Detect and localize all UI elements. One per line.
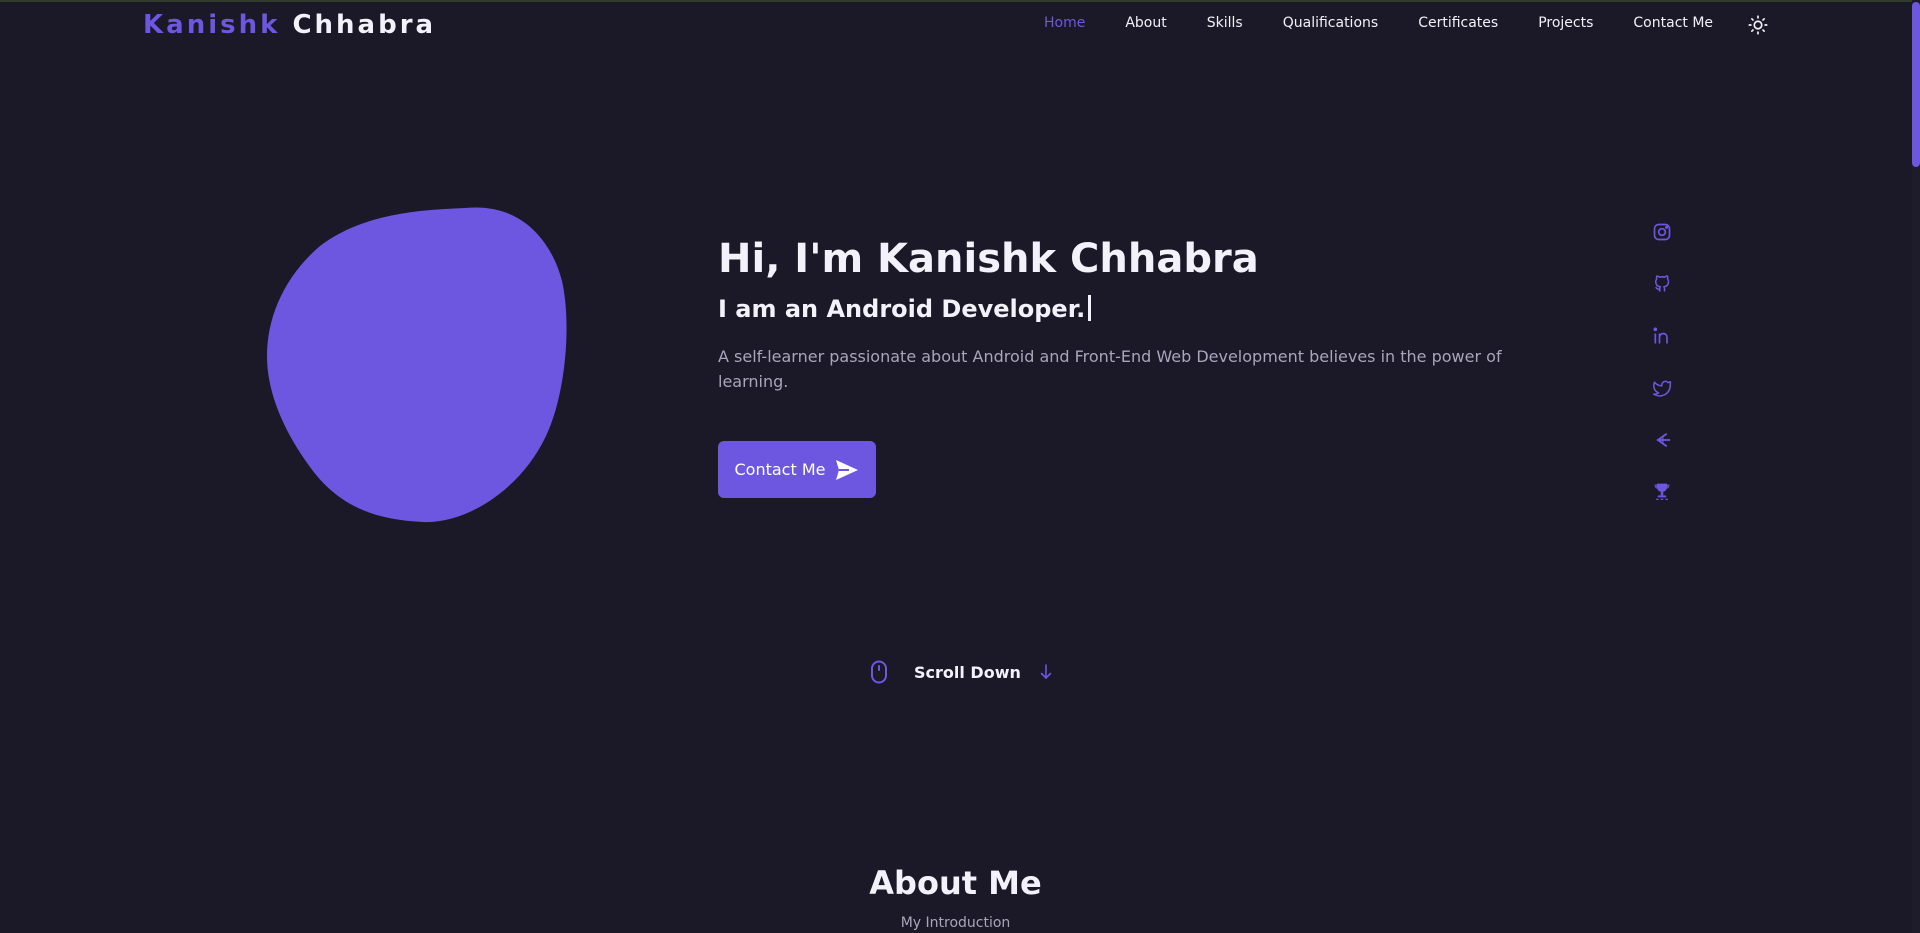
nav-contact[interactable]: Contact Me [1633, 15, 1713, 31]
nav-projects[interactable]: Projects [1538, 15, 1593, 31]
instagram-icon[interactable] [1652, 222, 1672, 242]
sun-icon [1748, 15, 1768, 35]
main-nav: Home About Skills Qualifications Certifi… [1044, 15, 1753, 31]
logo-first-name: Kanishk [143, 10, 281, 40]
gfg-icon[interactable] [1652, 430, 1672, 450]
about-section-title: About Me [869, 864, 1042, 902]
nav-qualifications[interactable]: Qualifications [1283, 15, 1378, 31]
about-section-subtitle: My Introduction [900, 915, 1011, 931]
github-icon[interactable] [1652, 274, 1672, 294]
nav-certificates[interactable]: Certificates [1418, 15, 1498, 31]
scrollbar[interactable] [1912, 0, 1920, 933]
scroll-down-label: Scroll Down [914, 662, 1021, 682]
mouse-icon [871, 660, 887, 684]
social-links [1652, 222, 1672, 502]
arrow-down-icon [1040, 664, 1052, 680]
nav-about[interactable]: About [1125, 15, 1166, 31]
scrollbar-thumb[interactable] [1912, 2, 1920, 167]
theme-toggle-button[interactable] [1748, 15, 1768, 35]
hero-subtitle: I am an Android Developer. [718, 295, 1092, 323]
send-icon [836, 459, 859, 480]
top-border [0, 0, 1920, 2]
hero-description: A self-learner passionate about Android … [718, 347, 1502, 391]
scroll-down-link[interactable]: Scroll Down [869, 660, 1053, 684]
nav-skills[interactable]: Skills [1207, 15, 1243, 31]
linkedin-icon[interactable] [1652, 326, 1672, 346]
hero-blob-image [267, 207, 567, 523]
nav-home[interactable]: Home [1044, 15, 1085, 31]
logo-last-name: Chhabra [292, 10, 437, 40]
twitter-icon[interactable] [1652, 378, 1672, 398]
contact-me-label: Contact Me [734, 460, 826, 479]
hero-subtitle-text: I am an Android Developer. [718, 295, 1086, 323]
typing-caret [1088, 295, 1092, 321]
hero-title: Hi, I'm Kanishk Chhabra [718, 236, 1259, 282]
logo[interactable]: Kanishk Chhabra [143, 10, 436, 40]
trophy-icon[interactable] [1652, 482, 1672, 502]
contact-me-button[interactable]: Contact Me [718, 441, 876, 498]
